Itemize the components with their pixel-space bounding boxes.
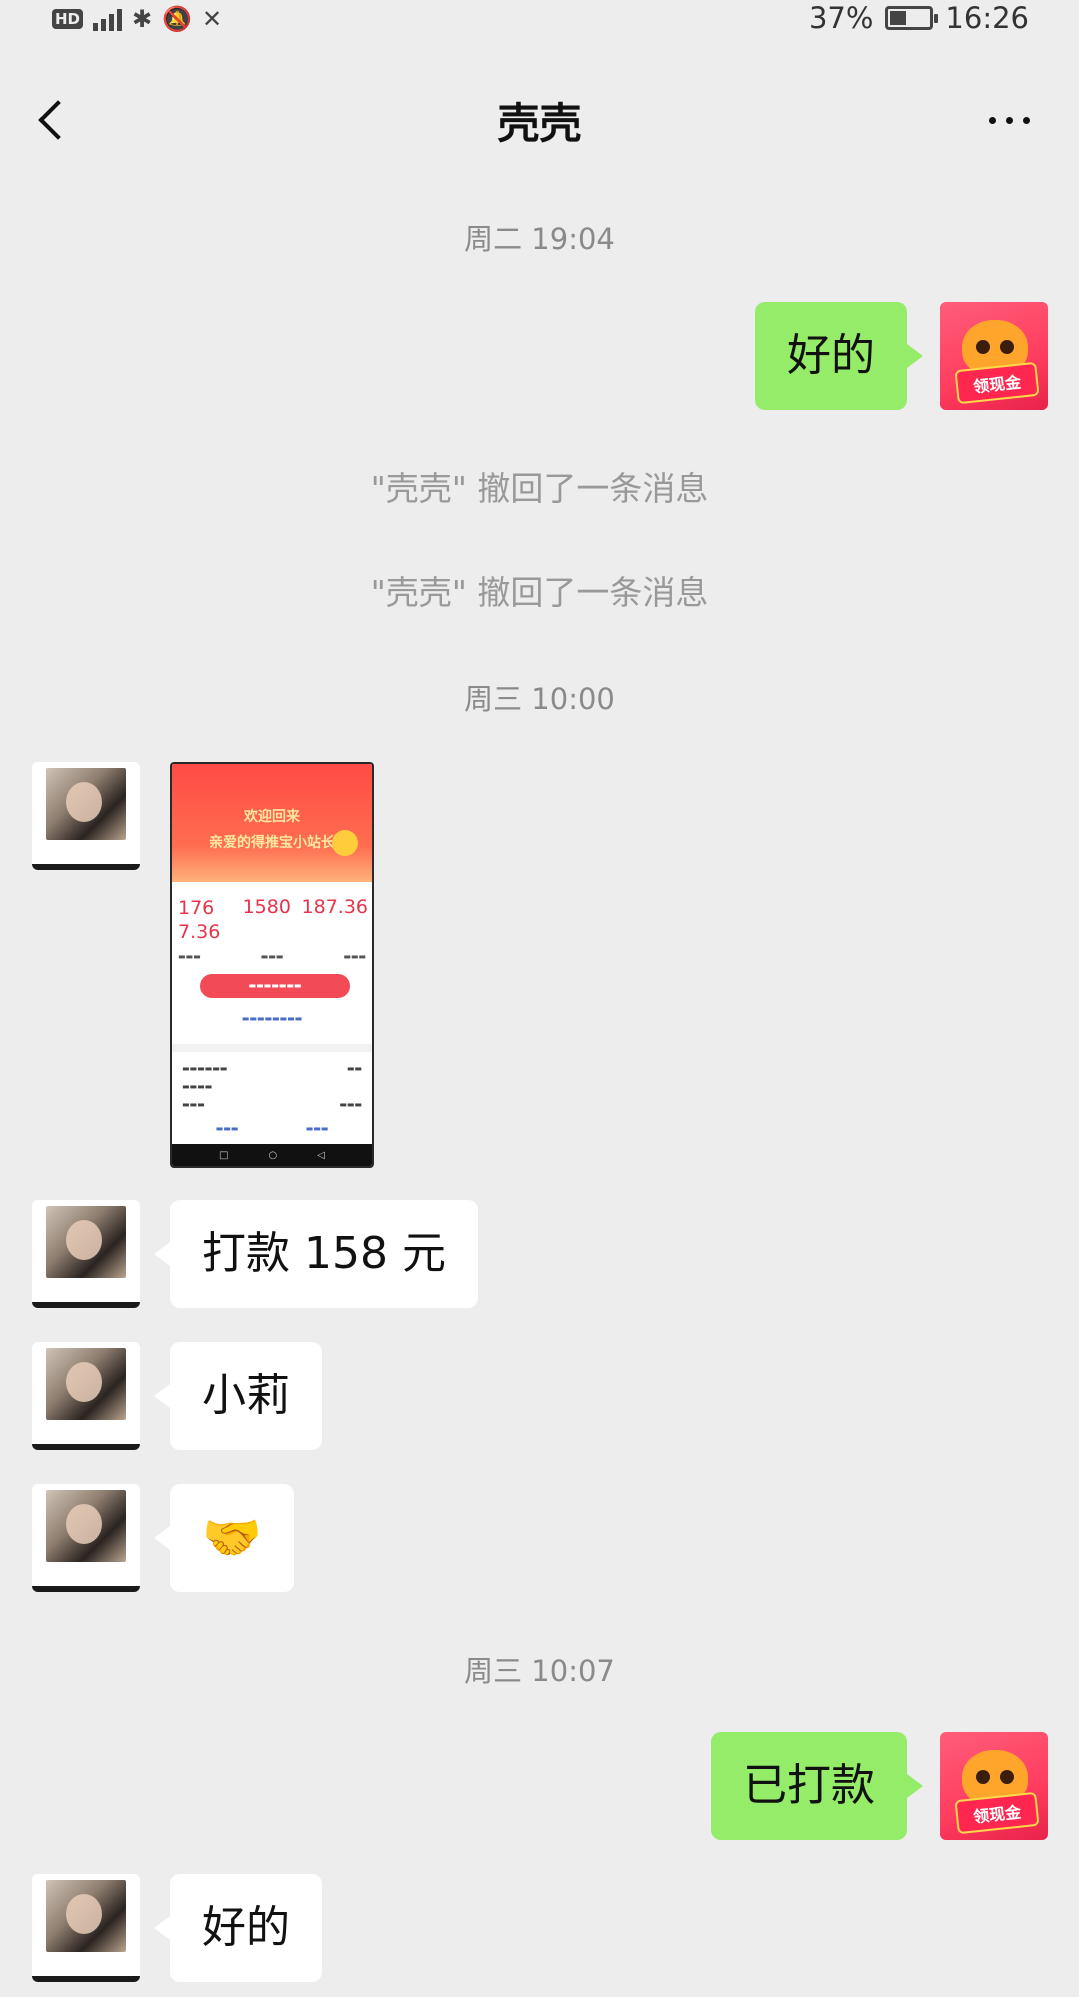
avatar-photo [46,768,126,840]
image-stat: 1580 [242,896,291,918]
status-left: HD ✱ 🔕 ✕ [52,2,222,36]
image-row: ▬▬▬ ▬▬▬ [182,1100,362,1109]
image-stat: 1767.36 [178,897,221,943]
sent-message-bubble[interactable]: 已打款 [711,1732,923,1840]
image-stat-labels: ▬▬▬ ▬▬▬ ▬▬▬ [178,952,366,961]
timestamp: 周三 10:00 [464,682,615,716]
status-bar: HD ✱ 🔕 ✕ 37% 16:26 [0,0,1079,40]
contact-avatar[interactable] [32,1874,140,1982]
contact-avatar[interactable] [32,762,140,870]
avatar-badge: 领现金 [954,1791,1040,1835]
avatar-photo [46,1348,126,1420]
contact-avatar[interactable] [32,1200,140,1308]
image-row: ▬▬▬▬ [182,1082,213,1091]
bluetooth-icon: ✱ [132,5,153,33]
image-stats: 1767.36 1580 187.36 [178,896,368,944]
received-message-bubble[interactable]: 好的 [154,1874,322,1982]
handshake-emoji-message[interactable]: 🤝 [154,1484,294,1592]
image-divider [172,1044,372,1052]
avatar-photo [46,1490,126,1562]
image-row: ▬▬▬ ▬▬▬ [215,1124,329,1133]
avatar-photo [46,1206,126,1278]
chat-title: 壳壳 [497,99,582,148]
status-right: 37% 16:26 [809,0,1029,36]
received-message-bubble[interactable]: 打款 158 元 [154,1200,478,1308]
received-message-bubble[interactable]: 小莉 [154,1342,322,1450]
avatar-photo [46,1880,126,1952]
image-row: ▬▬▬▬▬▬ ▬▬ [182,1064,362,1073]
avatar-badge: 领现金 [954,361,1040,405]
hd-icon: HD [52,9,84,29]
my-avatar[interactable]: 领现金 [940,302,1048,410]
battery-icon [885,6,939,30]
sent-message-bubble[interactable]: 好的 [755,302,923,410]
my-avatar[interactable]: 领现金 [940,1732,1048,1840]
signal-icon [93,7,123,31]
contact-avatar[interactable] [32,1342,140,1450]
chat-header: 壳壳 [0,60,1079,180]
image-welcome-text: 欢迎回来 [244,809,300,825]
image-nav-bar: □ ○ ◁ [172,1144,372,1166]
image-pill-button: ▬▬▬▬▬▬▬ [200,974,350,998]
recall-notice: "壳壳" 撤回了一条消息 [370,573,709,612]
coin-icon [332,830,358,856]
timestamp: 周二 19:04 [464,222,615,256]
missed-call-icon: ✕ [202,5,223,33]
timestamp: 周三 10:07 [464,1654,615,1688]
image-stat: 187.36 [301,896,368,918]
contact-avatar[interactable] [32,1484,140,1592]
status-time: 16:26 [945,1,1029,35]
image-header: 欢迎回来 亲爱的得推宝小站长 [172,764,372,882]
battery-percent: 37% [808,1,874,35]
recall-notice: "壳壳" 撤回了一条消息 [370,469,709,508]
image-link: ▬▬▬▬▬▬▬▬ [241,1014,303,1023]
image-message[interactable]: 欢迎回来 亲爱的得推宝小站长 1767.36 1580 187.36 ▬▬▬ ▬▬… [170,762,374,1168]
mute-icon: 🔕 [162,5,193,33]
more-dots-icon[interactable] [979,108,1039,132]
